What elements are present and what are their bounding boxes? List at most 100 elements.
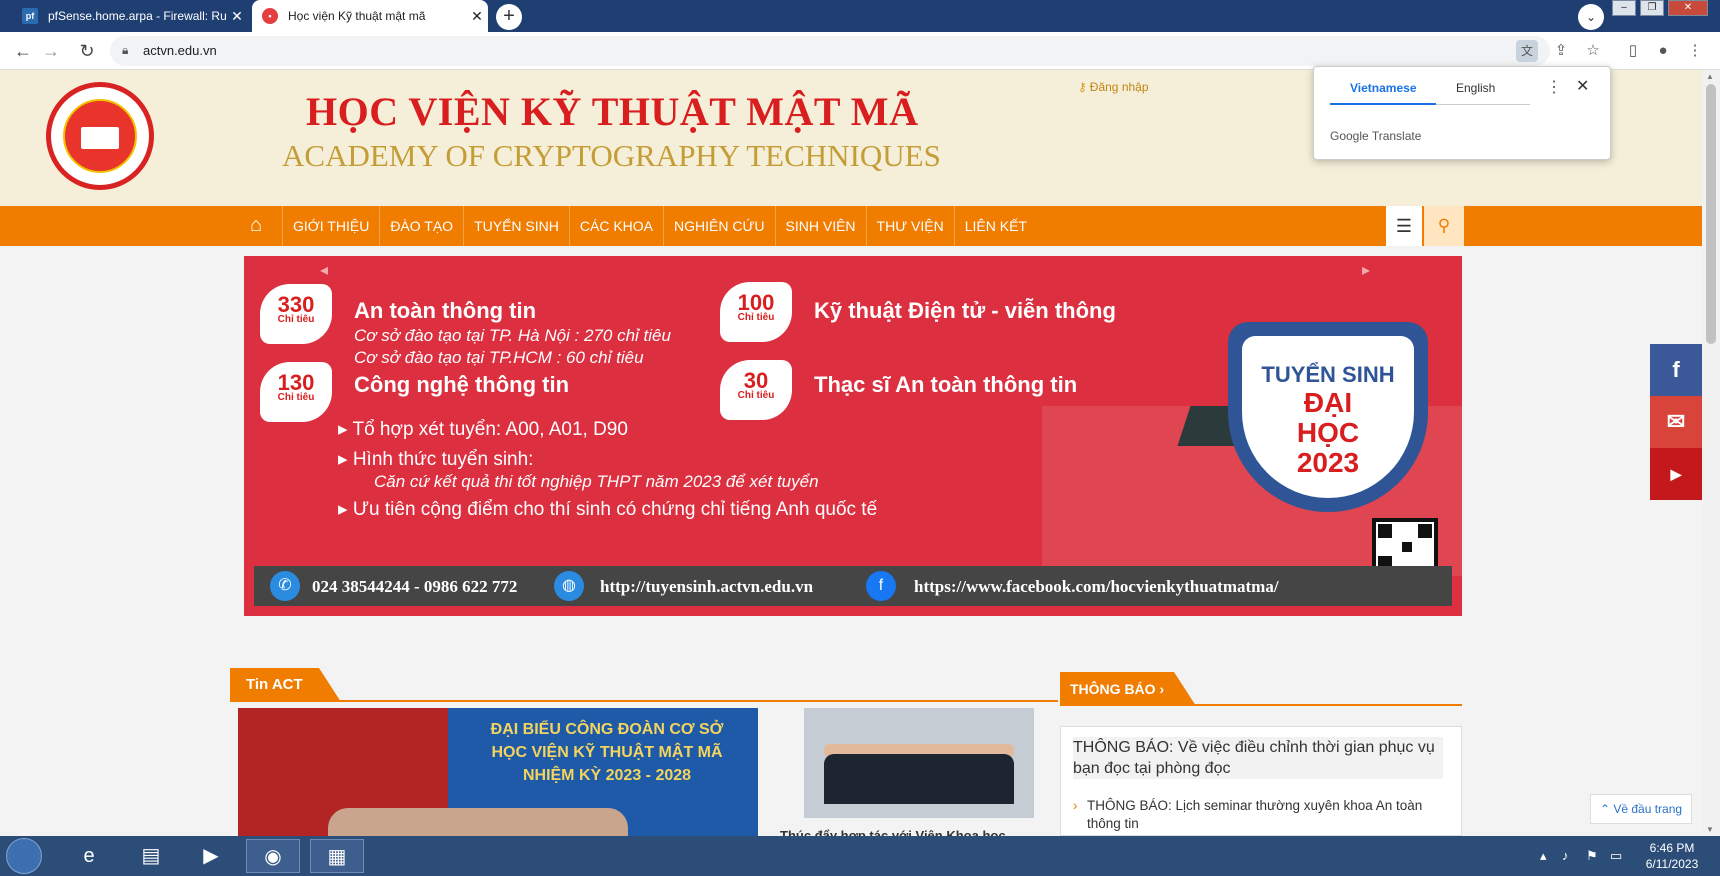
translate-tab-vietnamese[interactable]: Vietnamese <box>1350 81 1417 95</box>
show-hidden-icons-icon[interactable]: ▴ <box>1540 836 1547 876</box>
minimize-button[interactable]: – <box>1612 0 1636 16</box>
home-icon[interactable]: ⌂ <box>244 214 268 238</box>
news-section-title[interactable]: Tin ACT <box>230 668 341 702</box>
carousel-next-icon[interactable]: ▸ <box>1362 260 1370 280</box>
group-photo-people <box>824 754 1014 804</box>
hamburger-menu-icon[interactable]: ☰ <box>1386 206 1422 246</box>
nav-item-tuyen-sinh[interactable]: TUYỂN SINH <box>463 206 569 246</box>
new-tab-button[interactable]: + <box>496 4 522 30</box>
scroll-up-icon[interactable]: ▲ <box>1706 72 1714 81</box>
mail-button[interactable]: ✉ <box>1650 396 1702 448</box>
back-to-top-button[interactable]: ⌃ Về đầu trang <box>1590 794 1692 824</box>
tab-search-button[interactable]: ⌄ <box>1578 4 1604 30</box>
page-scrollbar[interactable]: ▲ ▼ <box>1702 70 1720 836</box>
chevron-up-icon: ⌃ <box>1599 802 1614 816</box>
screen: pf pfSense.home.arpa - Firewall: Rul ✕ •… <box>0 0 1720 876</box>
back-to-top-label: Về đầu trang <box>1613 802 1683 816</box>
url-text[interactable]: actvn.edu.vn <box>143 43 217 58</box>
forward-icon[interactable]: → <box>40 40 62 62</box>
nav-item-dao-tao[interactable]: ĐÀO TẠO <box>379 206 463 246</box>
internet-explorer-icon[interactable]: e <box>62 839 116 873</box>
action-center-flag-icon[interactable]: ⚑ <box>1586 836 1598 876</box>
nav-item-nghien-cuu[interactable]: NGHIÊN CỨU <box>663 206 775 246</box>
side-panel-icon[interactable]: ▯ <box>1622 40 1644 62</box>
volume-icon[interactable]: ♪ <box>1562 836 1569 876</box>
nav-item-gioi-thieu[interactable]: GIỚI THIỆU <box>282 206 379 246</box>
notice-section-title[interactable]: THÔNG BÁO › <box>1060 672 1197 706</box>
featured-news-image[interactable]: ĐẠI BIỂU CÔNG ĐOÀN CƠ SỞ HỌC VIỆN KỸ THU… <box>238 708 758 836</box>
qr-mark <box>1378 524 1392 538</box>
close-tab-icon[interactable]: ✕ <box>226 8 248 25</box>
quota-label: Chỉ tiêu <box>737 390 775 401</box>
carousel-prev-icon[interactable]: ◂ <box>320 260 328 280</box>
contact-facebook: https://www.facebook.com/hocvienkythuatm… <box>914 577 1279 596</box>
quota-label: Chỉ tiêu <box>277 314 315 325</box>
login-link[interactable]: ⚷ Đăng nhập <box>1078 80 1149 94</box>
globe-icon: ◍ <box>554 571 584 601</box>
translate-icon[interactable]: 文 <box>1516 40 1538 62</box>
bookmark-star-icon[interactable]: ☆ <box>1582 40 1604 62</box>
youtube-button[interactable]: ▶ <box>1650 448 1702 500</box>
reload-icon[interactable]: ↻ <box>76 40 98 62</box>
quota-badge: 30 Chỉ tiêu <box>720 360 792 420</box>
close-icon[interactable]: ✕ <box>1576 76 1589 96</box>
quota-badge: 100 Chỉ tiêu <box>720 282 792 342</box>
chrome-icon[interactable]: ◉ <box>246 839 300 873</box>
admission-banner[interactable]: ◂ ▸ 330 Chỉ tiêu An toàn thông tin Cơ sở… <box>244 256 1462 616</box>
scroll-down-icon[interactable]: ▼ <box>1706 825 1714 834</box>
share-icon[interactable]: ⇪ <box>1550 40 1572 62</box>
notice-item[interactable]: › THÔNG BÁO: Lịch seminar thường xuyên k… <box>1073 797 1443 833</box>
pfsense-favicon: pf <box>22 8 38 24</box>
window-close-button[interactable]: ✕ <box>1668 0 1708 16</box>
file-explorer-icon[interactable]: ▤ <box>124 839 178 873</box>
notice-main-link[interactable]: THÔNG BÁO: Về việc điều chỉnh thời gian … <box>1073 737 1443 779</box>
tab-actvn[interactable]: • Học viện Kỹ thuật mật mã ✕ <box>252 0 488 32</box>
academy-logo[interactable] <box>46 82 154 190</box>
lock-icon[interactable]: 🔒︎ <box>122 43 128 58</box>
close-tab-icon[interactable]: ✕ <box>466 8 488 25</box>
system-clock[interactable]: 6:46 PM 6/11/2023 <box>1634 840 1710 872</box>
program-detail: Cơ sở đào tạo tại TP.HCM : 60 chỉ tiêu <box>354 348 644 367</box>
tab-pfsense[interactable]: pf pfSense.home.arpa - Firewall: Rul ✕ <box>12 0 248 32</box>
network-icon[interactable]: ▭ <box>1610 836 1622 876</box>
translate-tab-english[interactable]: English <box>1456 81 1495 95</box>
maximize-button[interactable]: ❐ <box>1640 0 1664 16</box>
news-thumbnail[interactable] <box>804 708 1034 818</box>
notice-list: THÔNG BÁO: Về việc điều chỉnh thời gian … <box>1060 726 1462 836</box>
news-thumbnail-caption[interactable]: Thúc đẩy hợp tác với Viện Khoa học <box>780 828 1050 836</box>
nav-item-sinh-vien[interactable]: SINH VIÊN <box>774 206 866 246</box>
remote-desktop-icon[interactable]: ▦ <box>310 839 364 873</box>
translate-popup: Vietnamese English ⋮ ✕ Google Translate <box>1313 66 1611 160</box>
nav-item-lien-ket[interactable]: LIÊN KẾT <box>953 206 1037 246</box>
quota-badge: 130 Chỉ tiêu <box>260 362 332 422</box>
more-options-icon[interactable]: ⋮ <box>1546 77 1562 97</box>
chevron-right-icon: › <box>1073 798 1078 813</box>
shield-text: ĐẠI <box>1303 387 1353 418</box>
login-label: Đăng nhập <box>1089 80 1149 94</box>
profile-icon[interactable]: ● <box>1652 40 1674 62</box>
search-icon[interactable]: ⚲ <box>1424 206 1464 246</box>
media-player-icon[interactable]: ▶ <box>184 839 238 873</box>
menu-kebab-icon[interactable]: ⋮ <box>1684 40 1706 62</box>
quota-badge: 330 Chỉ tiêu <box>260 284 332 344</box>
active-tab-indicator <box>1330 103 1436 105</box>
program-title: Thạc sĩ An toàn thông tin <box>814 372 1078 397</box>
scroll-thumb[interactable] <box>1706 84 1716 344</box>
google-translate-brand: Google Translate <box>1330 129 1422 143</box>
banner-bullet-detail: Căn cứ kết quả thi tốt nghiệp THPT năm 2… <box>374 472 819 491</box>
start-button[interactable] <box>6 838 42 874</box>
program-title: An toàn thông tin <box>354 298 537 323</box>
nav-item-thu-vien[interactable]: THƯ VIỆN <box>865 206 954 246</box>
news-section-header: Tin ACT <box>230 668 1058 702</box>
logo-emblem <box>63 99 137 173</box>
quota-label: Chỉ tiêu <box>737 312 775 323</box>
address-bar[interactable]: 🔒︎ actvn.edu.vn <box>110 36 1550 66</box>
facebook-share-button[interactable]: f <box>1650 344 1702 396</box>
program-title: Công nghệ thông tin <box>354 372 570 397</box>
notice-item-text: THÔNG BÁO: Lịch seminar thường xuyên kho… <box>1087 798 1423 831</box>
notice-section-header: THÔNG BÁO › <box>1060 672 1462 706</box>
nav-item-cac-khoa[interactable]: CÁC KHOA <box>568 206 663 246</box>
banner-bullet: ▸ Hình thức tuyển sinh: <box>338 449 534 470</box>
clock-date: 6/11/2023 <box>1645 857 1699 871</box>
back-icon[interactable]: ← <box>12 40 34 62</box>
